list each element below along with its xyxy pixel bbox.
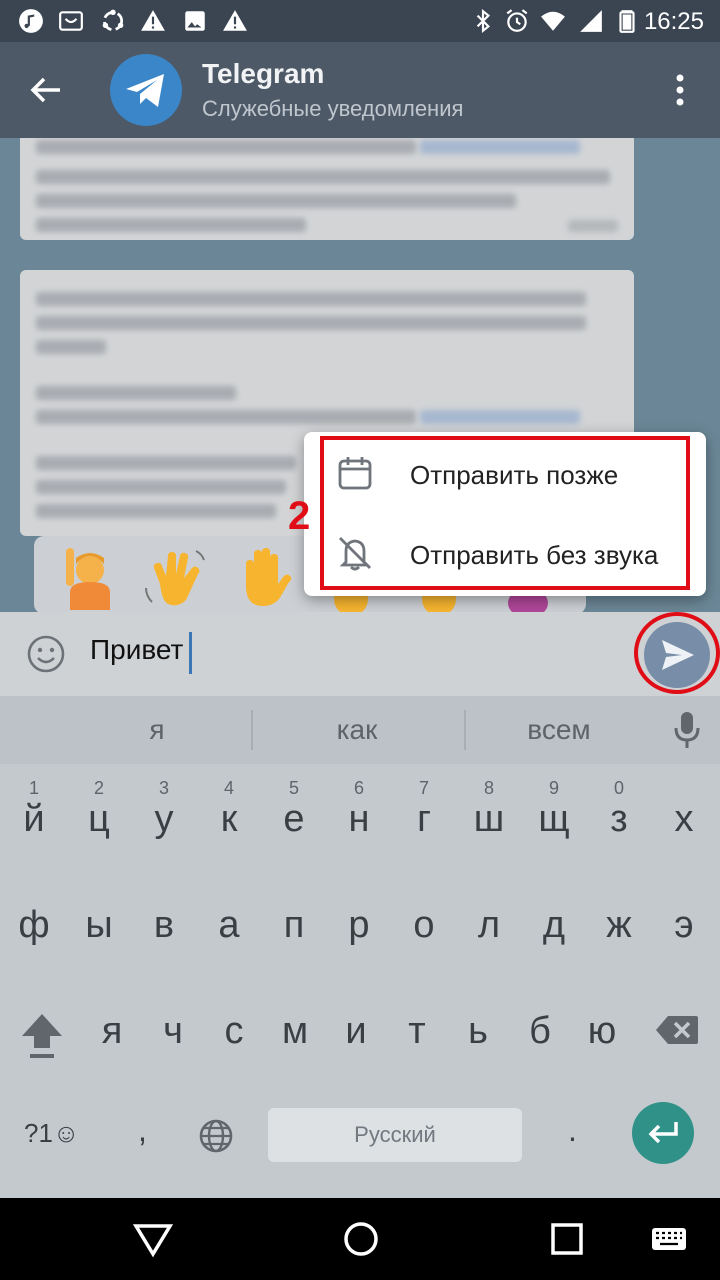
key[interactable]: 7г — [392, 764, 456, 854]
composer: Привет — [0, 612, 720, 696]
highlight-frame-step2 — [320, 436, 690, 590]
key[interactable]: 2ц — [67, 764, 131, 854]
key[interactable]: в — [132, 870, 196, 960]
key[interactable]: л — [457, 870, 521, 960]
key[interactable]: 6н — [327, 764, 391, 854]
nav-home-icon[interactable] — [340, 1218, 382, 1260]
emoji-face-icon[interactable] — [26, 634, 66, 674]
key[interactable]: р — [327, 870, 391, 960]
key[interactable]: 1й — [2, 764, 66, 854]
suggestion[interactable]: как — [252, 714, 462, 746]
step-label-2: 2 — [288, 494, 311, 538]
key[interactable]: 8ш — [457, 764, 521, 854]
warning-icon — [223, 10, 247, 31]
keyboard-switch-icon[interactable] — [650, 1218, 688, 1260]
app-bar: Telegram Служебные уведомления — [0, 42, 720, 138]
clock: 16:25 — [643, 8, 704, 35]
cellular-icon — [580, 10, 602, 32]
bluetooth-icon — [476, 8, 491, 34]
backspace-icon[interactable] — [654, 1014, 700, 1046]
key[interactable]: 9щ — [522, 764, 586, 854]
sync-icon — [102, 9, 124, 32]
music-note-icon — [19, 9, 43, 33]
key[interactable]: ы — [67, 870, 131, 960]
text-cursor — [189, 632, 192, 674]
battery-icon — [619, 10, 635, 33]
warning-icon — [141, 10, 165, 31]
keyboard: я как всем 1й 2ц 3у 4к 5е 6н 7г 8ш 9щ 0з… — [0, 696, 720, 1198]
key[interactable]: а — [197, 870, 261, 960]
avatar[interactable] — [110, 54, 182, 126]
message-input[interactable]: Привет — [90, 634, 183, 666]
key[interactable]: ж — [587, 870, 651, 960]
key[interactable]: 0з — [587, 764, 651, 854]
back-arrow-icon[interactable] — [22, 66, 70, 114]
enter-arrow-icon — [648, 1122, 678, 1144]
key[interactable]: п — [262, 870, 326, 960]
alarm-icon — [506, 9, 528, 32]
space-bar[interactable]: Русский — [268, 1108, 522, 1162]
message-bubble[interactable] — [20, 138, 634, 240]
key[interactable]: т — [385, 976, 449, 1066]
raised-hand-icon[interactable] — [230, 544, 296, 610]
image-icon — [185, 11, 205, 31]
key[interactable]: о — [392, 870, 456, 960]
key[interactable]: э — [652, 870, 716, 960]
key[interactable]: я — [80, 976, 144, 1066]
nav-back-icon[interactable] — [132, 1218, 174, 1260]
send-options-menu: Отправить позже Отправить без звука — [304, 432, 706, 596]
telegram-logo-icon — [126, 74, 164, 107]
comma-key[interactable]: , — [138, 1112, 147, 1149]
key[interactable]: с — [202, 976, 266, 1066]
space-bar-label: Русский — [354, 1122, 436, 1147]
suggestion-strip: я как всем — [0, 696, 720, 764]
key[interactable]: ю — [570, 976, 634, 1066]
waving-hand-icon[interactable] — [142, 544, 208, 610]
key[interactable]: д — [522, 870, 586, 960]
period-key[interactable]: . — [568, 1112, 577, 1149]
key[interactable]: ч — [141, 976, 205, 1066]
key[interactable]: х — [652, 764, 716, 854]
chat-title[interactable]: Telegram — [202, 58, 324, 90]
person-raising-hand-icon[interactable] — [56, 544, 122, 610]
suggestion[interactable]: я — [52, 714, 262, 746]
chat-subtitle: Служебные уведомления — [202, 96, 464, 121]
key[interactable]: ь — [446, 976, 510, 1066]
key[interactable]: 5е — [262, 764, 326, 854]
symbols-key[interactable]: ?1☺ — [24, 1118, 79, 1149]
key[interactable]: м — [263, 976, 327, 1066]
smile-box-icon — [59, 11, 83, 31]
key[interactable]: б — [508, 976, 572, 1066]
navigation-bar — [0, 1198, 720, 1280]
key[interactable]: 4к — [197, 764, 261, 854]
enter-key[interactable] — [632, 1102, 694, 1164]
shift-icon[interactable] — [18, 1010, 66, 1060]
nav-recents-icon[interactable] — [546, 1218, 588, 1260]
status-bar: 16:25 — [0, 0, 720, 42]
suggestion[interactable]: всем — [454, 714, 664, 746]
key[interactable]: и — [324, 976, 388, 1066]
wifi-icon — [541, 11, 565, 31]
more-vert-icon[interactable] — [660, 70, 700, 110]
globe-icon[interactable] — [198, 1118, 234, 1154]
key[interactable]: 3у — [132, 764, 196, 854]
key[interactable]: ф — [2, 870, 66, 960]
mic-icon[interactable] — [672, 710, 702, 750]
highlight-frame-step1 — [634, 612, 720, 694]
